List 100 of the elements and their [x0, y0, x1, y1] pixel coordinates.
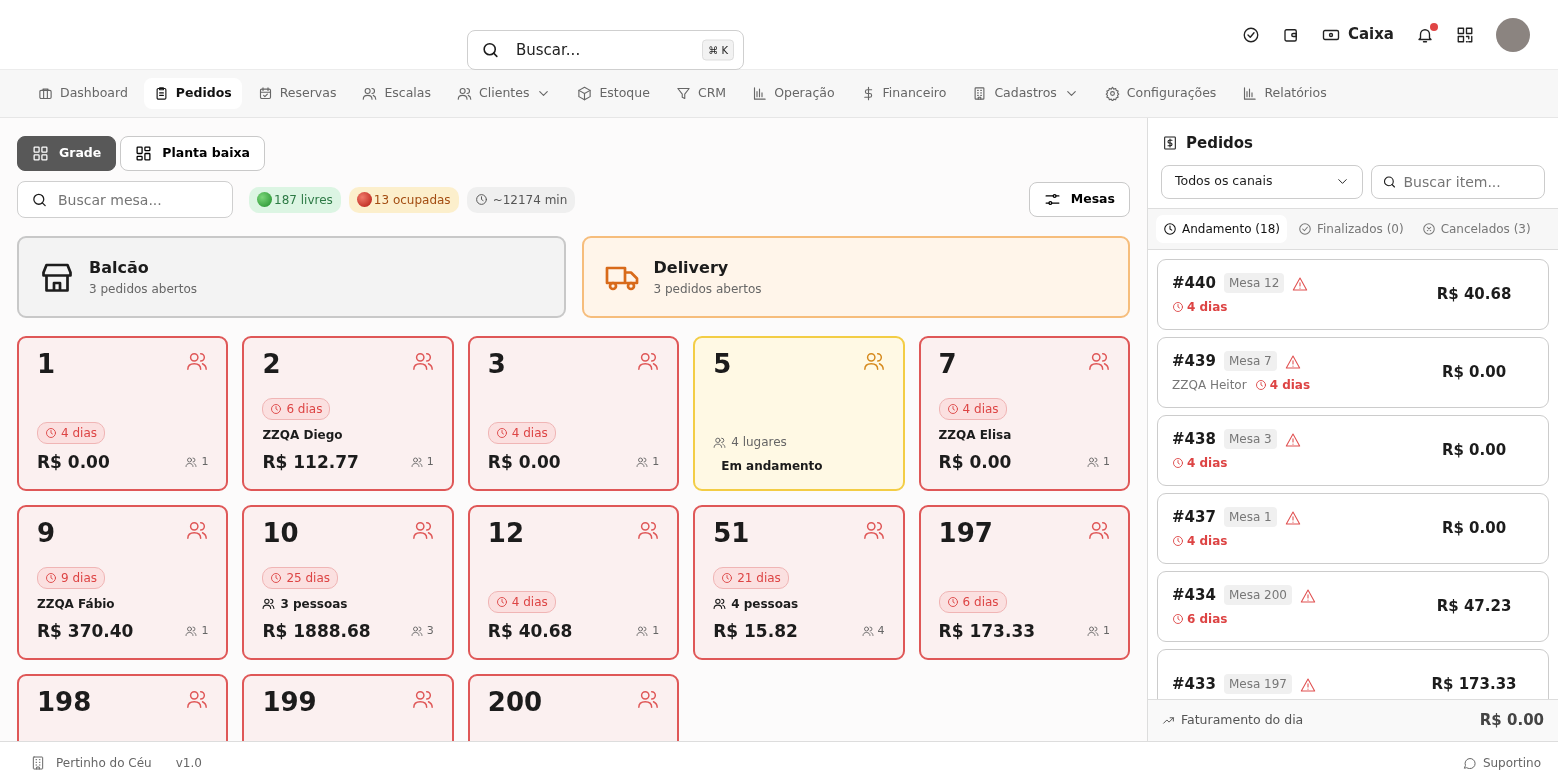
- table-number: 1: [37, 350, 56, 379]
- table-card[interactable]: 12 4 dias R$ 40.68 1: [467, 505, 680, 660]
- order-total: R$ 40.68: [1435, 283, 1513, 305]
- orders-tab[interactable]: Finalizados (0): [1290, 214, 1411, 243]
- order-total: R$ 0.00: [1440, 361, 1508, 383]
- table-number: 198: [37, 688, 92, 717]
- users-icon: [713, 597, 727, 610]
- nav-tab[interactable]: Dashboard: [28, 78, 138, 109]
- table-card[interactable]: 51 21 dias 4 pessoas R$ 15.82 4: [693, 505, 905, 660]
- table-tag: Mesa 12: [1223, 273, 1285, 293]
- search-icon: [1381, 174, 1397, 189]
- support-link[interactable]: Suportino: [1461, 754, 1541, 772]
- channel-card[interactable]: Delivery 3 pedidos abertos: [581, 236, 1130, 318]
- order-total: R$ 0.00: [1440, 517, 1508, 539]
- item-search-field[interactable]: Buscar item...: [1370, 164, 1545, 199]
- order-card[interactable]: #434 Mesa 200 6 dias R$ 47.23: [1157, 570, 1549, 642]
- table-card[interactable]: 5 4 lugares Em andamento: [693, 336, 905, 491]
- nav-tab[interactable]: CRM: [665, 78, 737, 109]
- search-icon: [31, 191, 48, 208]
- tables-filter-button[interactable]: Mesas: [1028, 182, 1130, 217]
- customer-name: ZZQA Diego: [262, 426, 344, 444]
- view-toggle-button[interactable]: Planta baixa: [120, 136, 265, 171]
- duration-badge: 4 dias: [487, 590, 556, 613]
- order-duration: 4 dias: [1172, 532, 1228, 551]
- people-count: 1: [1087, 623, 1110, 640]
- table-card[interactable]: 1 4 dias R$ 0.00 1: [17, 336, 229, 491]
- nav-tab[interactable]: Cadastros: [962, 78, 1089, 109]
- qr-code-button[interactable]: [1456, 25, 1474, 44]
- orders-tab[interactable]: Andamento (18): [1156, 214, 1287, 243]
- table-search-field[interactable]: Buscar mesa...: [17, 181, 233, 218]
- users-icon: [637, 688, 660, 710]
- table-card[interactable]: 3 4 dias R$ 0.00 1: [467, 336, 680, 491]
- dollar-receipt-icon: [1162, 135, 1178, 152]
- duration-badge: 21 dias: [713, 566, 789, 589]
- gear-icon: [1104, 86, 1120, 101]
- cash-button[interactable]: Caixa: [1321, 23, 1394, 46]
- customer-name: ZZQA Heitor: [1172, 377, 1247, 395]
- bar-chart-icon: [1242, 86, 1258, 101]
- order-card[interactable]: #437 Mesa 1 4 dias R$ 0.00: [1157, 492, 1549, 564]
- check-circle-icon: [1241, 25, 1260, 44]
- channel-card[interactable]: Balcão 3 pedidos abertos: [17, 236, 566, 318]
- table-tag: Mesa 1: [1223, 507, 1277, 527]
- clock-icon: [721, 571, 734, 584]
- company-name: Pertinho do Céu: [56, 755, 152, 772]
- nav-tab[interactable]: Reservas: [247, 78, 347, 109]
- table-card[interactable]: 198: [17, 674, 229, 741]
- users-icon: [185, 625, 198, 638]
- table-card[interactable]: 200: [467, 674, 680, 741]
- users-icon: [362, 86, 378, 101]
- channel-subtitle: 3 pedidos abertos: [89, 281, 197, 298]
- table-card[interactable]: 7 4 dias ZZQA Elisa R$ 0.00 1: [918, 336, 1130, 491]
- users-icon: [636, 625, 649, 638]
- status-pill: ~12174 min: [466, 186, 576, 213]
- user-avatar[interactable]: [1496, 17, 1530, 52]
- table-number: 7: [938, 350, 957, 379]
- duration-badge: 4 dias: [938, 397, 1007, 420]
- clock-icon: [946, 595, 959, 608]
- version-label: v1.0: [175, 755, 202, 772]
- table-card[interactable]: 199: [242, 674, 454, 741]
- nav-tab[interactable]: Financeiro: [850, 78, 957, 109]
- table-number: 51: [713, 519, 750, 548]
- table-card[interactable]: 2 6 dias ZZQA Diego R$ 112.77 1: [242, 336, 454, 491]
- order-card[interactable]: #440 Mesa 12 4 dias R$ 40.68: [1157, 258, 1549, 330]
- warning-icon: [1299, 676, 1316, 693]
- channel-select[interactable]: Todos os canais: [1161, 164, 1363, 199]
- nav-tab[interactable]: Operação: [742, 78, 845, 109]
- clock-icon: [1172, 301, 1184, 314]
- table-card[interactable]: 10 25 dias 3 pessoas R$ 1888.68 3: [242, 505, 454, 660]
- order-total: R$ 0.00: [1440, 439, 1508, 461]
- table-number: 3: [487, 350, 506, 379]
- table-total: R$ 40.68: [487, 619, 573, 643]
- nav-tab[interactable]: Clientes: [447, 78, 562, 109]
- order-number: #440: [1172, 272, 1216, 294]
- table-total: R$ 15.82: [713, 619, 798, 643]
- nav-tab[interactable]: Configurações: [1094, 78, 1227, 109]
- sliders-icon: [1043, 191, 1061, 208]
- table-tag: Mesa 3: [1223, 429, 1277, 449]
- briefcase-icon: [38, 86, 53, 101]
- clock-icon: [495, 595, 508, 608]
- orders-tab[interactable]: Cancelados (3): [1414, 214, 1538, 243]
- table-card[interactable]: 197 6 dias R$ 173.33 1: [918, 505, 1130, 660]
- chat-icon: [1461, 755, 1477, 771]
- nav-tab[interactable]: Pedidos: [143, 78, 242, 109]
- tasks-button[interactable]: [1241, 25, 1260, 44]
- warning-icon: [1284, 431, 1301, 448]
- building-icon: [972, 86, 988, 101]
- order-card[interactable]: #438 Mesa 3 4 dias R$ 0.00: [1157, 414, 1549, 486]
- order-number: #438: [1172, 428, 1216, 450]
- users-icon: [186, 519, 209, 541]
- nav-tab[interactable]: Relatórios: [1232, 78, 1337, 109]
- revenue-value: R$ 0.00: [1479, 710, 1544, 732]
- seats-label: 4 lugares: [713, 433, 885, 451]
- view-toggle-button[interactable]: Grade: [17, 136, 117, 171]
- people-count: 1: [636, 454, 660, 471]
- users-icon: [861, 625, 874, 638]
- nav-tab[interactable]: Estoque: [567, 78, 660, 109]
- channel-title: Delivery: [653, 257, 730, 279]
- order-card[interactable]: #439 Mesa 7 ZZQA Heitor 4 dias R$ 0.00: [1157, 336, 1549, 408]
- table-card[interactable]: 9 9 dias ZZQA Fábio R$ 370.40 1: [17, 505, 229, 660]
- nav-tab[interactable]: Escalas: [352, 78, 441, 109]
